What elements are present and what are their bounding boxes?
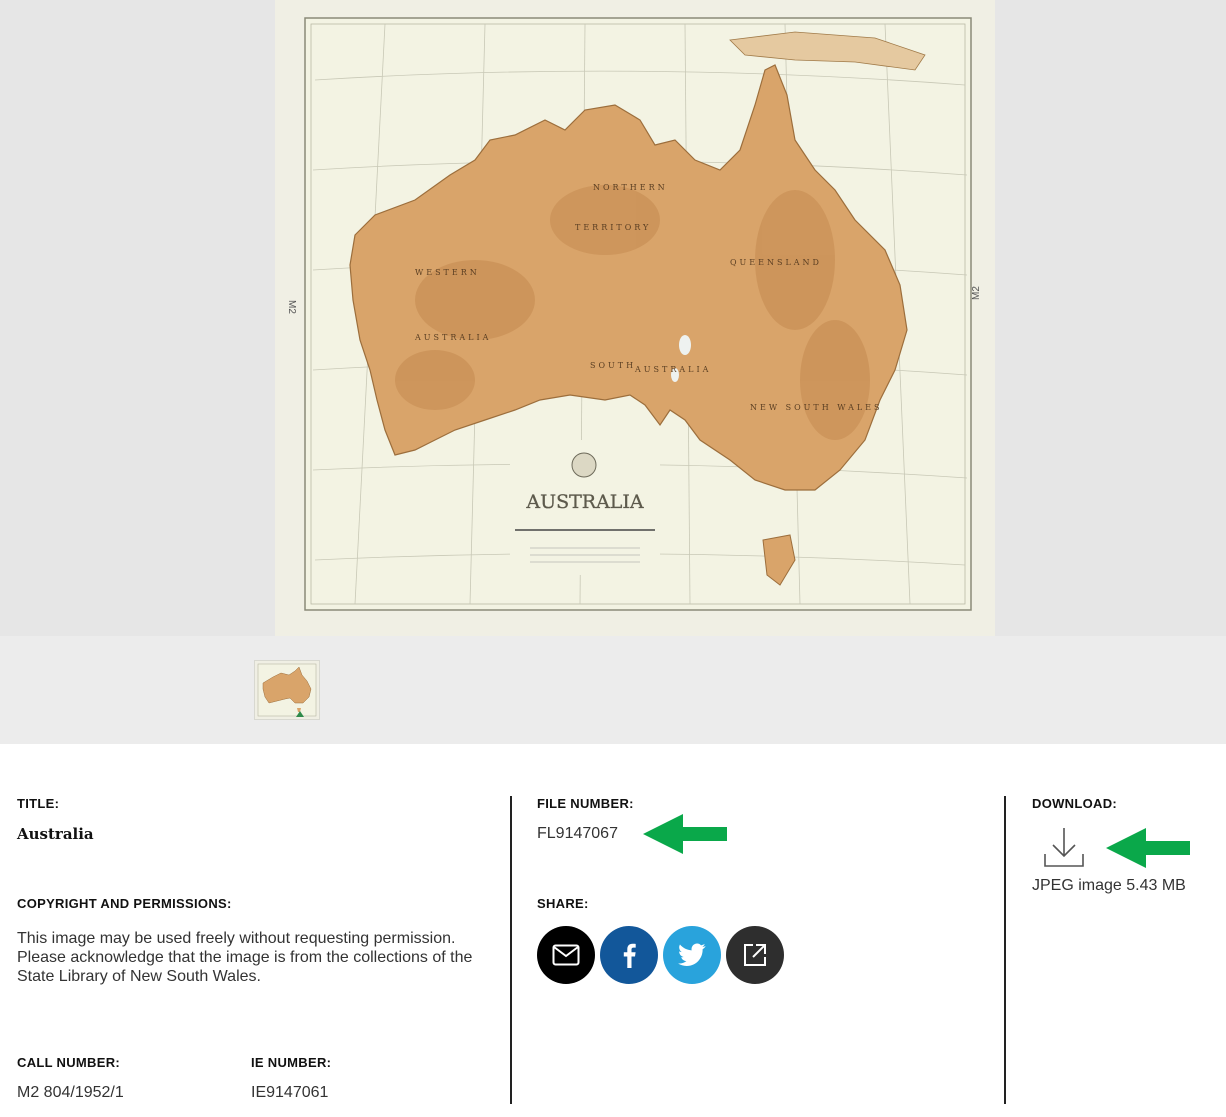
map-image[interactable]: NORTHERN TERRITORY WESTERN AUSTRALIA QUE… [275, 0, 995, 636]
region-label: QUEENSLAND [730, 258, 822, 267]
copyright-label: COPYRIGHT AND PERMISSIONS: [17, 896, 232, 911]
download-label: DOWNLOAD: [1032, 796, 1118, 811]
annotation-arrow-icon [643, 814, 727, 854]
side-label: M2 [971, 286, 982, 300]
australia-map-graphic: NORTHERN TERRITORY WESTERN AUSTRALIA QUE… [286, 17, 982, 611]
image-viewer: NORTHERN TERRITORY WESTERN AUSTRALIA QUE… [0, 0, 1226, 636]
share-label: SHARE: [537, 896, 589, 911]
ie-number-value: IE9147061 [251, 1084, 329, 1101]
region-label: AUSTRALIA [414, 333, 491, 342]
call-number-value: M2 804/1952/1 [17, 1084, 124, 1101]
ie-number-label: IE NUMBER: [251, 1055, 332, 1070]
title-label: TITLE: [17, 796, 60, 811]
region-label: WESTERN [415, 268, 480, 277]
thumbnail-strip [0, 636, 1226, 744]
map-title: AUSTRALIA [525, 491, 644, 513]
share-facebook-button[interactable] [600, 926, 658, 984]
file-number-value: FL9147067 [537, 825, 618, 842]
copyright-text: This image may be used freely without re… [17, 930, 473, 985]
facebook-icon [623, 943, 636, 968]
column-divider [510, 796, 512, 1104]
column-divider [1004, 796, 1006, 1104]
call-number-label: CALL NUMBER: [17, 1055, 121, 1070]
file-number-label: FILE NUMBER: [537, 796, 634, 811]
side-label: M2 [286, 300, 297, 314]
download-icon[interactable] [1041, 826, 1087, 870]
region-label: TERRITORY [575, 223, 651, 232]
region-label: AUSTRALIA [634, 365, 711, 374]
share-link-button[interactable] [726, 926, 784, 984]
download-file-info[interactable]: JPEG image 5.43 MB [1032, 877, 1186, 895]
share-twitter-button[interactable] [663, 926, 721, 984]
region-label: NEW SOUTH WALES [750, 403, 882, 412]
share-email-button[interactable] [537, 926, 595, 984]
twitter-icon [678, 943, 706, 966]
annotation-arrow-icon [1106, 828, 1190, 868]
email-icon [552, 944, 580, 966]
external-link-icon [744, 944, 766, 966]
region-label: SOUTH [590, 361, 636, 370]
title-value: Australia [17, 825, 94, 843]
map-thumbnail[interactable] [254, 660, 320, 720]
region-label: NORTHERN [593, 183, 668, 192]
